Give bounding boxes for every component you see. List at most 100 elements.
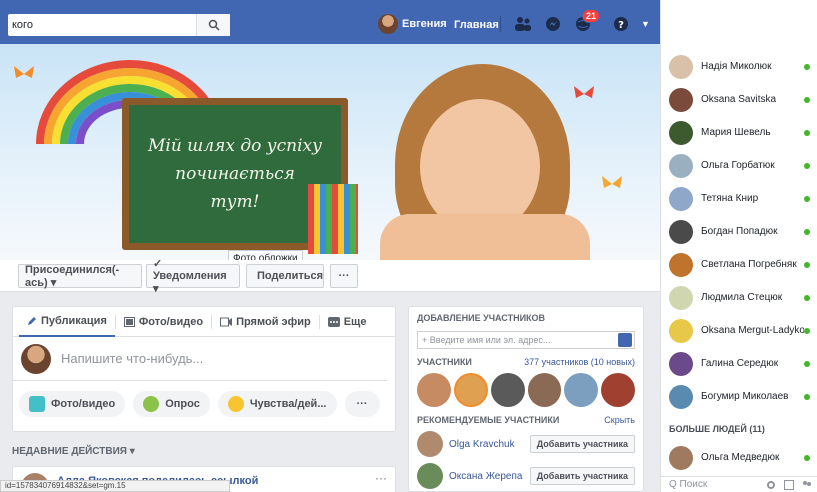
member-avatar[interactable] [601,373,635,407]
contact-name: Надія Миколюк [701,61,772,72]
notifications-button[interactable]: ✓ Уведомления ▾ [146,258,240,295]
top-navigation-bar: кого Евгения Главная 21 ? ▼ [0,0,660,44]
suggested-member: Оксана Жерепа Добавить участника [417,463,635,489]
suggested-member-name[interactable]: Оксана Жерепа [449,471,522,482]
contact-name: Светлана Погребняк [701,259,797,270]
search-input[interactable]: кого [8,19,196,31]
recent-activity-header[interactable]: НЕДАВНИЕ ДЕЙСТВИЯ ▾ [12,446,135,457]
photo-icon [123,316,135,327]
chat-contact[interactable]: Мария Шевель [661,116,817,149]
composer-input-area[interactable]: Напишите что-нибудь... [13,337,387,381]
chat-contact[interactable]: Людмила Стецюк [661,281,817,314]
chat-contact[interactable]: Oksana Savitska [661,83,817,116]
add-member-button[interactable]: Добавить участника [529,467,635,485]
more-options-button[interactable]: ··· [330,264,358,288]
chat-contact[interactable]: Ольга Горбатюк [661,149,817,182]
online-indicator [804,162,810,169]
messages-button[interactable] [543,14,563,34]
member-avatar[interactable] [453,373,488,407]
chat-contact[interactable]: Богумир Миколаев [661,380,817,413]
add-member-button[interactable]: Добавить участника [529,435,635,453]
search-button[interactable] [196,14,230,36]
help-icon: ? [614,17,628,31]
online-indicator [804,360,810,367]
svg-text:?: ? [618,20,624,31]
friends-icon [515,17,531,31]
hide-link[interactable]: Скрыть [604,415,635,425]
share-button[interactable]: Поделиться [246,264,324,288]
chat-contact[interactable]: Надія Миколюк [661,50,817,83]
tab-label: Фото/видео [138,315,204,328]
online-indicator [804,294,810,301]
members-panel: ДОБАВЛЕНИЕ УЧАСТНИКОВ + Введите имя или … [408,306,644,492]
more-pill[interactable]: ··· [344,391,380,417]
contact-name: Богумир Миколаев [701,391,789,402]
pill-label: Фото/видео [51,398,116,410]
chat-search-bar[interactable]: Q Поиск [661,476,817,492]
avatar [669,445,693,470]
notifications-button[interactable]: 21 [573,9,600,34]
add-members-title: ДОБАВЛЕНИЕ УЧАСТНИКОВ [417,313,546,323]
photo-video-pill[interactable]: Фото/видео [19,391,126,417]
tab-live-video[interactable]: Прямой эфир [212,307,319,337]
avatar [669,351,693,376]
search-box[interactable]: кого [8,14,230,36]
contact-name: Тетяна Книр [701,193,759,204]
friend-requests-button[interactable] [513,14,533,34]
more-icon [327,316,340,327]
chalkboard-line: починається [175,164,295,184]
help-button[interactable]: ? [611,14,631,34]
member-avatar[interactable] [564,373,599,407]
member-avatar[interactable] [527,373,562,407]
tab-post[interactable]: Публикация [19,307,115,337]
poll-icon [143,396,160,412]
avatar [669,153,693,178]
chat-contact[interactable]: Богдан Попадюк [661,215,817,248]
avatar [669,186,693,211]
tab-more[interactable]: Еще [320,307,375,337]
messenger-icon [546,17,560,31]
cover-photo[interactable]: Мій шлях до успіху починається тут! [0,44,660,260]
pill-label: Чувства/дей... [249,398,327,410]
avatar [21,343,51,374]
address-book-icon[interactable] [618,333,632,347]
pill-label: Опрос [165,398,200,410]
home-link[interactable]: Главная [454,19,499,31]
composer-placeholder[interactable]: Напишите что-нибудь... [61,351,203,366]
contact-name: Людмила Стецюк [701,292,783,303]
avatar [669,219,693,244]
chat-contact[interactable]: Тетяна Книр [661,182,817,215]
feeling-pill[interactable]: Чувства/дей... [217,391,337,417]
poll-pill[interactable]: Опрос [133,391,210,417]
tab-photo-video[interactable]: Фото/видео [116,307,211,337]
online-indicator [804,195,810,202]
compose-icon[interactable] [784,479,794,490]
add-member-input[interactable]: + Введите имя или эл. адрес... [417,331,635,349]
contact-name: Oksana Savitska [701,94,777,105]
chat-contact[interactable]: Светлана Погребняк [661,248,817,281]
post-options-button[interactable]: ··· [375,471,387,485]
photo-icon [29,396,45,412]
avatar [378,14,398,34]
chat-contact[interactable]: Галина Середюк [661,347,817,380]
contact-name: Ольга Медведюк [701,452,780,463]
live-video-icon [220,317,233,326]
chat-search-input[interactable]: Q Поиск [669,479,707,490]
group-chat-icon[interactable] [802,480,812,490]
pencil-cup-image [308,184,358,254]
suggested-member-name[interactable]: Olga Kravchuk [449,439,515,450]
member-avatar[interactable] [417,373,451,407]
joined-button[interactable]: Присоединился(-ась) ▾ [18,264,142,289]
online-indicator [804,454,810,461]
avatar [417,463,443,489]
chat-contact[interactable]: Oksana Mergut-Ladyko [661,314,817,347]
online-indicator [804,96,810,103]
member-avatar[interactable] [490,373,525,407]
gear-icon[interactable] [766,480,776,490]
contact-name: Мария Шевель [701,127,771,138]
members-count-link[interactable]: 377 участников (10 новых) [524,357,635,367]
chat-contact[interactable]: Ольга Медведюк [661,441,817,474]
profile-link[interactable]: Евгения [378,14,447,34]
avatar [669,285,693,310]
account-menu-caret[interactable]: ▼ [641,19,650,29]
